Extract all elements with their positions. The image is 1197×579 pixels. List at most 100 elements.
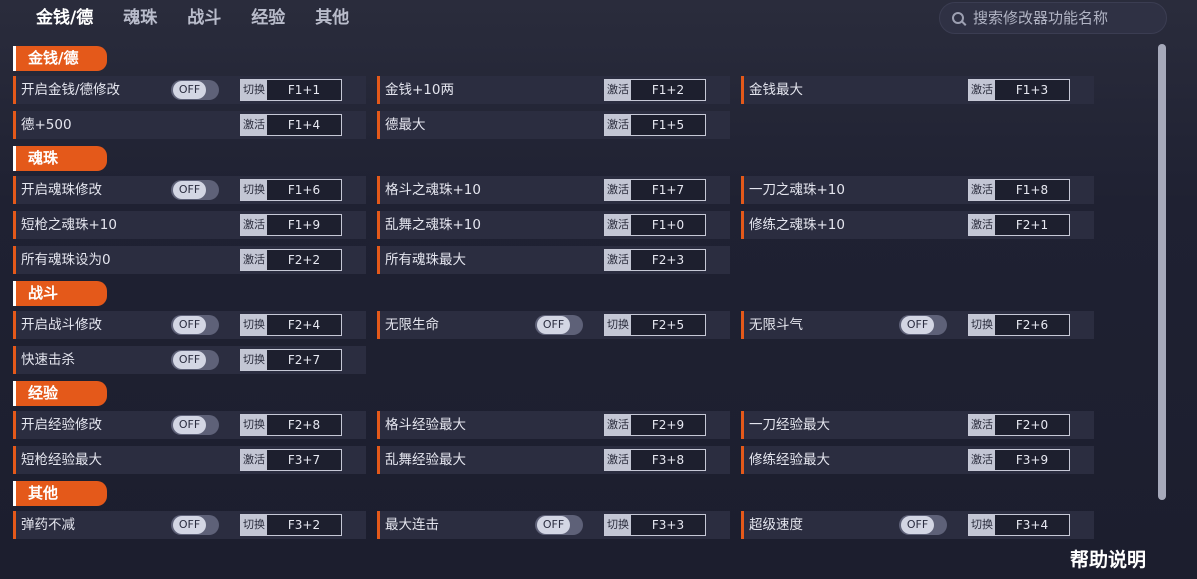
toggle-switch[interactable]: OFF bbox=[171, 180, 219, 200]
hotkey-box[interactable]: 激活 F1+4 bbox=[240, 114, 342, 136]
toggle-switch[interactable]: OFF bbox=[171, 315, 219, 335]
tab-combat[interactable]: 战斗 bbox=[187, 6, 221, 32]
hotkey-key: F2+0 bbox=[1015, 418, 1049, 432]
section-header-other: 其他 bbox=[13, 481, 107, 506]
cheat-label: 德+500 bbox=[21, 117, 72, 133]
hotkey-mode: 切换 bbox=[241, 180, 267, 200]
cheat-label: 短枪经验最大 bbox=[21, 452, 102, 468]
hotkey-key: F2+3 bbox=[651, 253, 685, 267]
hotkey-mode: 激活 bbox=[605, 80, 631, 100]
hotkey-box[interactable]: 激活 F1+9 bbox=[240, 214, 342, 236]
cheat-row: 德最大 激活 F1+5 bbox=[377, 111, 730, 139]
hotkey-mode: 激活 bbox=[605, 250, 631, 270]
help-button[interactable]: 帮助说明 bbox=[1070, 545, 1146, 572]
cheat-label: 开启魂珠修改 bbox=[21, 182, 102, 198]
cheat-label: 一刀经验最大 bbox=[749, 417, 830, 433]
scrollbar[interactable] bbox=[1158, 44, 1166, 500]
hotkey-box[interactable]: 激活 F1+7 bbox=[604, 179, 706, 201]
hotkey-mode: 激活 bbox=[605, 415, 631, 435]
toggle-switch[interactable]: OFF bbox=[535, 315, 583, 335]
cheat-row: 超级速度 OFF 切换 F3+4 bbox=[741, 511, 1094, 539]
toggle-switch[interactable]: OFF bbox=[171, 515, 219, 535]
hotkey-box[interactable]: 激活 F2+9 bbox=[604, 414, 706, 436]
hotkey-box[interactable]: 切换 F2+4 bbox=[240, 314, 342, 336]
hotkey-box[interactable]: 激活 F3+7 bbox=[240, 449, 342, 471]
hotkey-box[interactable]: 激活 F2+2 bbox=[240, 249, 342, 271]
cheat-row: 无限斗气 OFF 切换 F2+6 bbox=[741, 311, 1094, 339]
hotkey-box[interactable]: 切换 F1+6 bbox=[240, 179, 342, 201]
search-input[interactable] bbox=[973, 9, 1153, 27]
hotkey-box[interactable]: 激活 F2+1 bbox=[968, 214, 1070, 236]
hotkey-key: F3+7 bbox=[287, 453, 321, 467]
hotkey-box[interactable]: 激活 F3+8 bbox=[604, 449, 706, 471]
hotkey-mode: 激活 bbox=[241, 450, 267, 470]
hotkey-key: F2+1 bbox=[1015, 218, 1049, 232]
cheat-row: 金钱最大 激活 F1+3 bbox=[741, 76, 1094, 104]
hotkey-box[interactable]: 激活 F1+3 bbox=[968, 79, 1070, 101]
toggle-state: OFF bbox=[173, 416, 206, 434]
toggle-switch[interactable]: OFF bbox=[171, 415, 219, 435]
toggle-switch[interactable]: OFF bbox=[899, 315, 947, 335]
cheat-label: 修练经验最大 bbox=[749, 452, 830, 468]
scrollbar-thumb[interactable] bbox=[1158, 44, 1166, 500]
hotkey-key: F2+4 bbox=[287, 318, 321, 332]
hotkey-mode: 激活 bbox=[969, 80, 995, 100]
search-box[interactable] bbox=[939, 2, 1167, 34]
hotkey-key: F1+4 bbox=[287, 118, 321, 132]
cheat-label: 格斗之魂珠+10 bbox=[385, 182, 481, 198]
cheat-label: 开启金钱/德修改 bbox=[21, 82, 121, 98]
hotkey-box[interactable]: 切换 F2+5 bbox=[604, 314, 706, 336]
hotkey-box[interactable]: 切换 F2+6 bbox=[968, 314, 1070, 336]
cheat-row: 短枪之魂珠+10 激活 F1+9 bbox=[13, 211, 366, 239]
hotkey-box[interactable]: 激活 F3+9 bbox=[968, 449, 1070, 471]
cheat-row: 弹药不减 OFF 切换 F3+2 bbox=[13, 511, 366, 539]
hotkey-box[interactable]: 激活 F1+8 bbox=[968, 179, 1070, 201]
hotkey-box[interactable]: 激活 F2+3 bbox=[604, 249, 706, 271]
toggle-state: OFF bbox=[537, 516, 570, 534]
cheat-row: 格斗经验最大 激活 F2+9 bbox=[377, 411, 730, 439]
toggle-state: OFF bbox=[173, 181, 206, 199]
cheat-label: 无限斗气 bbox=[749, 317, 803, 333]
hotkey-mode: 切换 bbox=[241, 80, 267, 100]
section-header-money: 金钱/德 bbox=[13, 46, 107, 71]
hotkey-box[interactable]: 切换 F3+4 bbox=[968, 514, 1070, 536]
toggle-switch[interactable]: OFF bbox=[171, 80, 219, 100]
cheat-row: 格斗之魂珠+10 激活 F1+7 bbox=[377, 176, 730, 204]
hotkey-mode: 激活 bbox=[969, 180, 995, 200]
cheat-label: 所有魂珠最大 bbox=[385, 252, 466, 268]
cheat-label: 无限生命 bbox=[385, 317, 439, 333]
hotkey-box[interactable]: 切换 F3+3 bbox=[604, 514, 706, 536]
hotkey-mode: 切换 bbox=[241, 315, 267, 335]
hotkey-mode: 激活 bbox=[241, 250, 267, 270]
hotkey-box[interactable]: 激活 F1+5 bbox=[604, 114, 706, 136]
hotkey-mode: 激活 bbox=[605, 215, 631, 235]
hotkey-key: F1+2 bbox=[651, 83, 685, 97]
cheat-row: 短枪经验最大 激活 F3+7 bbox=[13, 446, 366, 474]
cheat-label: 一刀之魂珠+10 bbox=[749, 182, 845, 198]
toggle-switch[interactable]: OFF bbox=[171, 350, 219, 370]
hotkey-key: F1+5 bbox=[651, 118, 685, 132]
hotkey-key: F2+6 bbox=[1015, 318, 1049, 332]
hotkey-box[interactable]: 切换 F2+8 bbox=[240, 414, 342, 436]
hotkey-box[interactable]: 激活 F1+2 bbox=[604, 79, 706, 101]
toggle-switch[interactable]: OFF bbox=[899, 515, 947, 535]
cheat-label: 开启战斗修改 bbox=[21, 317, 102, 333]
cheat-row: 修练经验最大 激活 F3+9 bbox=[741, 446, 1094, 474]
cheat-label: 乱舞经验最大 bbox=[385, 452, 466, 468]
hotkey-box[interactable]: 切换 F1+1 bbox=[240, 79, 342, 101]
toggle-state: OFF bbox=[901, 516, 934, 534]
hotkey-mode: 切换 bbox=[969, 515, 995, 535]
cheat-label: 格斗经验最大 bbox=[385, 417, 466, 433]
tab-exp[interactable]: 经验 bbox=[251, 6, 285, 32]
cheat-row: 最大连击 OFF 切换 F3+3 bbox=[377, 511, 730, 539]
tab-money[interactable]: 金钱/德 bbox=[36, 6, 93, 32]
cheat-label: 快速击杀 bbox=[21, 352, 75, 368]
hotkey-box[interactable]: 激活 F1+0 bbox=[604, 214, 706, 236]
tab-orbs[interactable]: 魂珠 bbox=[123, 6, 157, 32]
hotkey-box[interactable]: 切换 F2+7 bbox=[240, 349, 342, 371]
hotkey-box[interactable]: 切换 F3+2 bbox=[240, 514, 342, 536]
toggle-state: OFF bbox=[173, 516, 206, 534]
hotkey-box[interactable]: 激活 F2+0 bbox=[968, 414, 1070, 436]
tab-other[interactable]: 其他 bbox=[315, 6, 349, 32]
toggle-switch[interactable]: OFF bbox=[535, 515, 583, 535]
